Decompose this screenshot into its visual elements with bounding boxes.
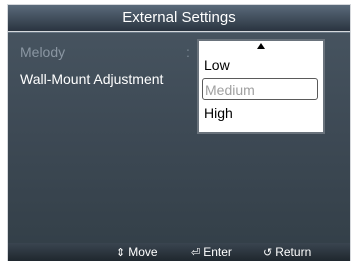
footer-return[interactable]: ↺ Return	[263, 245, 311, 259]
up-down-arrow-icon: ⇕	[116, 246, 126, 259]
return-icon: ↺	[263, 246, 273, 259]
footer-move[interactable]: ⇕ Move	[116, 245, 158, 259]
window-title: External Settings	[8, 5, 350, 31]
enter-icon: ⏎	[191, 246, 201, 259]
return-label: Return	[275, 245, 312, 259]
melody-options-dropdown[interactable]: Low Medium High	[197, 39, 325, 134]
enter-label: Enter	[203, 245, 232, 259]
menu-item-wall-mount-adjustment[interactable]: Wall-Mount Adjustment	[20, 71, 163, 87]
settings-panel: Melody : Wall-Mount Adjustment Low Mediu…	[8, 32, 350, 243]
footer-bar: ⇕ Move ⏎ Enter ↺ Return	[8, 243, 350, 261]
option-low[interactable]: Low	[202, 54, 318, 76]
scroll-up-arrow-icon[interactable]	[257, 43, 265, 49]
footer-enter[interactable]: ⏎ Enter	[191, 245, 232, 259]
osd-window: External Settings Melody : Wall-Mount Ad…	[7, 4, 351, 261]
value-separator: :	[186, 44, 190, 60]
menu-item-melody[interactable]: Melody	[20, 44, 65, 60]
option-medium[interactable]: Medium	[202, 78, 318, 100]
option-high[interactable]: High	[202, 102, 318, 124]
move-label: Move	[128, 245, 158, 259]
